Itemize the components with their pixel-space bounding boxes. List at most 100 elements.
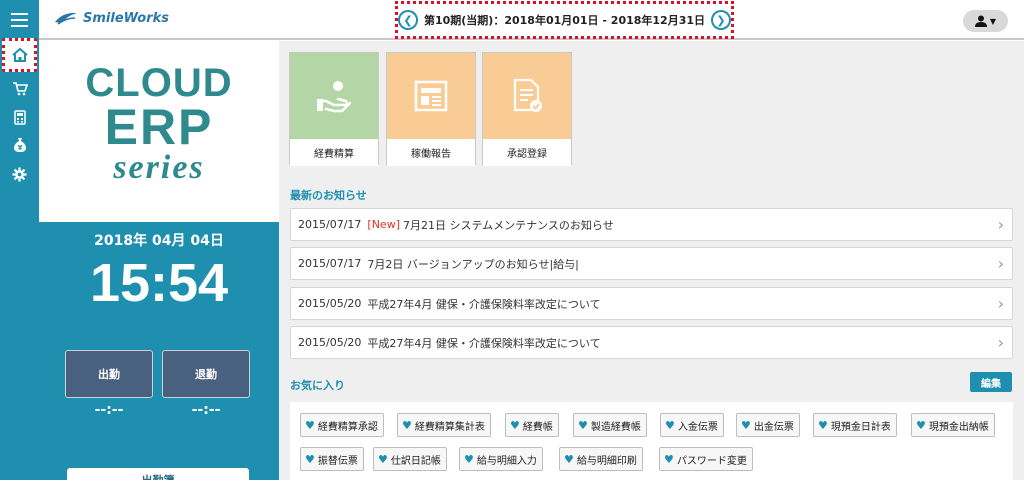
heart-icon: ♥ (818, 418, 828, 432)
tile-work-report[interactable]: 稼働報告 (386, 52, 476, 166)
favorite-label: 給与明細入力 (476, 455, 537, 467)
attendance-book-button[interactable]: 出勤簿 (67, 468, 249, 480)
favorite-label: パスワード変更 (676, 455, 747, 467)
smileworks-logo[interactable]: SmileWorks (53, 10, 169, 26)
brand-panel: CLOUD ERP series (39, 41, 279, 222)
fiscal-period-selector: ❮ 第10期(当期)：2018年01月01日 - 2018年12月31日 ❯ (395, 1, 734, 39)
heart-icon: ♥ (402, 418, 412, 432)
favorite-chip[interactable]: ♥ 振替伝票 (300, 447, 364, 471)
favorite-chip[interactable]: ♥ 仕訳日記帳 (373, 447, 447, 471)
news-title: 7月21日 システムメンテナンスのお知らせ (402, 218, 614, 232)
current-time: 15:54 (89, 253, 229, 313)
user-menu-button[interactable]: ▼ (963, 10, 1008, 32)
news-item[interactable]: 2015/05/20 平成27年4月 健保・介護保険料率改定について › (290, 326, 1013, 359)
heart-icon: ♥ (378, 452, 388, 466)
heart-icon: ♥ (464, 452, 474, 466)
favorite-label: 現預金出納帳 (928, 421, 989, 433)
brand-line-3: series (113, 149, 205, 186)
heart-icon: ♥ (741, 418, 751, 432)
news-item[interactable]: 2015/05/20 平成27年4月 健保・介護保険料率改定について › (290, 287, 1013, 320)
favorite-chip[interactable]: ♥ 製造経費帳 (573, 413, 647, 437)
chevron-right-icon: › (997, 215, 1004, 234)
favorite-chip[interactable]: ♥ 経費精算承認 (300, 413, 384, 437)
gear-icon[interactable] (0, 161, 39, 187)
fiscal-period-text: 第10期(当期)：2018年01月01日 - 2018年12月31日 (423, 14, 706, 27)
favorite-chip[interactable]: ♥ 現預金出納帳 (911, 413, 995, 437)
chevron-right-icon: › (997, 333, 1004, 352)
cart-icon[interactable] (0, 76, 39, 102)
clock-in-button[interactable]: 出勤 (65, 350, 153, 398)
menu-icon[interactable] (0, 6, 39, 34)
news-date: 2015/07/17 (298, 218, 362, 231)
favorite-chip[interactable]: ♥ 経費帳 (505, 413, 559, 437)
tile-label: 稼働報告 (387, 139, 475, 166)
svg-text:¥: ¥ (17, 144, 22, 152)
news-date: 2015/07/17 (298, 257, 362, 270)
chevron-right-icon: › (997, 294, 1004, 313)
favorite-label: 入金伝票 (677, 421, 718, 433)
report-icon (414, 80, 448, 112)
favorite-chip[interactable]: ♥ 給与明細印刷 (559, 447, 643, 471)
favorite-label: 給与明細印刷 (576, 455, 637, 467)
cloud-erp-logo: CLOUD ERP series (39, 63, 279, 185)
money-bag-icon[interactable]: ¥ (0, 132, 39, 158)
favorite-label: 出金伝票 (753, 421, 794, 433)
chevron-right-icon[interactable]: ❯ (711, 10, 731, 30)
favorite-label: 経費帳 (522, 421, 553, 433)
heart-icon: ♥ (305, 418, 315, 432)
brand-line-2: ERP (104, 99, 214, 155)
heart-icon: ♥ (664, 452, 674, 466)
chevron-left-icon[interactable]: ❮ (398, 10, 418, 30)
logo-swoosh-icon (55, 12, 77, 25)
favorite-chip[interactable]: ♥ 経費精算集計表 (397, 413, 491, 437)
time-clock-panel: 2018年 04月 04日 15:54 出勤 退勤 --:-- --:-- 出勤… (39, 222, 279, 480)
calculator-icon[interactable] (0, 104, 39, 130)
expense-hand-icon (316, 81, 352, 113)
favorite-chip[interactable]: ♥ 入金伝票 (660, 413, 724, 437)
new-badge: [New] (367, 218, 400, 231)
chevron-right-icon: › (997, 254, 1004, 273)
tile-label: 経費精算 (290, 139, 378, 166)
favorite-label: 経費精算集計表 (414, 421, 485, 433)
news-date: 2015/05/20 (298, 297, 362, 310)
heart-icon: ♥ (510, 418, 520, 432)
tile-approval[interactable]: 承認登録 (482, 52, 572, 166)
clock-in-time: --:-- (94, 402, 124, 418)
news-item[interactable]: 2015/07/17 7月2日 バージョンアップのお知らせ|給与| › (290, 247, 1013, 280)
tile-expense[interactable]: 経費精算 (289, 52, 379, 166)
top-header: SmileWorks ❮ 第10期(当期)：2018年01月01日 - 2018… (39, 0, 1024, 40)
favorite-chip[interactable]: ♥ 現預金日計表 (813, 413, 897, 437)
news-date: 2015/05/20 (298, 336, 362, 349)
current-date: 2018年 04月 04日 (94, 233, 224, 249)
heart-icon: ♥ (916, 418, 926, 432)
brand-line-1: CLOUD (85, 61, 233, 105)
heart-icon: ♥ (665, 418, 675, 432)
favorite-label: 製造経費帳 (590, 421, 641, 433)
favorites-list: ♥ 経費精算承認 ♥ 経費精算集計表 ♥ 経費帳 ♥ 製造経費帳 ♥ 入金伝票 ♥ 出金伝票… (290, 402, 1013, 480)
chevron-down-icon: ▼ (989, 16, 997, 26)
news-title: 7月2日 バージョンアップのお知らせ|給与| (367, 257, 579, 271)
home-icon[interactable] (2, 38, 37, 72)
main-content: 経費精算 稼働報告 承認登録 最新のお知らせ 2015/07/17 [New] … (279, 41, 1024, 480)
user-icon (974, 15, 987, 27)
favorite-label: 経費精算承認 (317, 421, 378, 433)
heart-icon: ♥ (305, 452, 315, 466)
favorite-label: 仕訳日記帳 (390, 455, 441, 467)
favorite-label: 振替伝票 (317, 455, 358, 467)
favorites-section-title: お気に入り (290, 379, 345, 392)
favorite-label: 現預金日計表 (830, 421, 891, 433)
approval-doc-icon (513, 78, 542, 112)
news-title: 平成27年4月 健保・介護保険料率改定について (367, 297, 601, 311)
news-section-title: 最新のお知らせ (290, 189, 367, 202)
news-item[interactable]: 2015/07/17 [New] 7月21日 システムメンテナンスのお知らせ › (290, 208, 1013, 241)
clock-out-time: --:-- (191, 402, 221, 418)
edit-favorites-button[interactable]: 編集 (970, 372, 1012, 392)
sidebar-rail: ¥ (0, 0, 39, 480)
logo-text: SmileWorks (83, 10, 169, 26)
news-title: 平成27年4月 健保・介護保険料率改定について (367, 336, 601, 350)
tile-label: 承認登録 (483, 139, 571, 166)
clock-out-button[interactable]: 退勤 (162, 350, 250, 398)
favorite-chip[interactable]: ♥ 給与明細入力 (459, 447, 543, 471)
favorite-chip[interactable]: ♥ 出金伝票 (736, 413, 800, 437)
favorite-chip[interactable]: ♥ パスワード変更 (659, 447, 753, 471)
